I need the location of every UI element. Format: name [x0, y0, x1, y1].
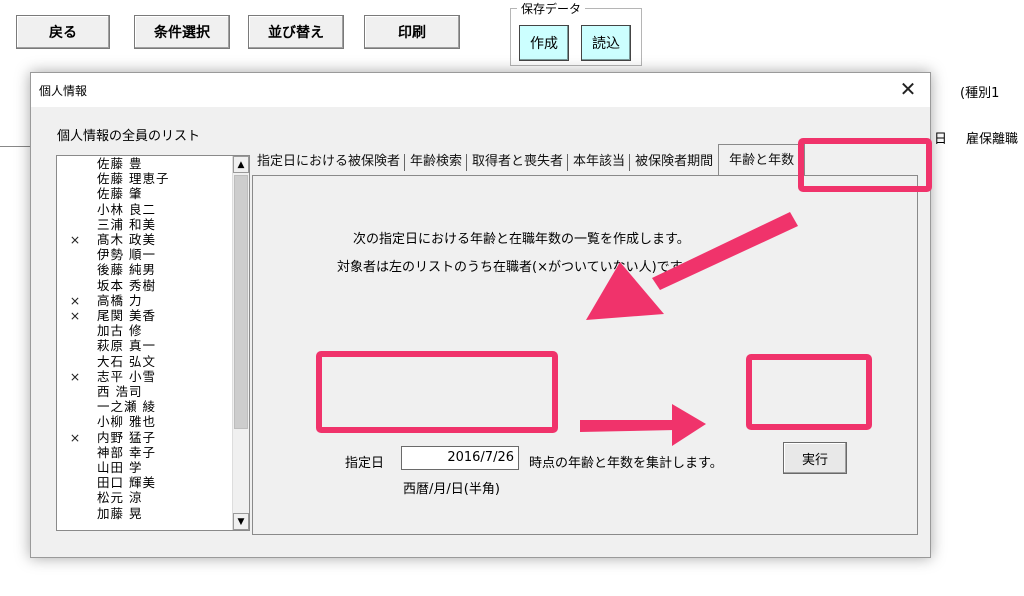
- list-item[interactable]: × 高橋 力: [57, 292, 227, 308]
- list-item[interactable]: 坂本 秀樹: [57, 277, 227, 293]
- tab-5[interactable]: 年齢と年数: [718, 144, 806, 175]
- type-column-header: (種別1: [960, 86, 1000, 101]
- description-line-2: 対象者は左のリストのうち在職者(×がついていない人)です。: [337, 260, 695, 275]
- list-item[interactable]: 佐藤 豊: [57, 156, 227, 171]
- person-name: 田口 輝美: [97, 475, 156, 491]
- person-name: 佐藤 理恵子: [97, 171, 170, 187]
- list-item[interactable]: × 尾関 美香: [57, 308, 227, 323]
- person-name: 内野 猛子: [97, 429, 156, 445]
- save-data-legend: 保存データ: [517, 0, 586, 17]
- person-name: 志平 小雪: [97, 368, 156, 384]
- print-button[interactable]: 印刷: [364, 15, 460, 49]
- person-name: 小柳 雅也: [97, 414, 156, 430]
- list-item[interactable]: 松元 涼: [57, 490, 227, 506]
- list-item[interactable]: 加藤 晃: [57, 505, 227, 521]
- person-name: 加古 修: [97, 323, 143, 339]
- list-item[interactable]: 加古 修: [57, 323, 227, 339]
- retired-mark: ×: [69, 308, 81, 323]
- create-button[interactable]: 作成: [519, 25, 569, 61]
- person-name: 伊勢 順一: [97, 247, 156, 263]
- list-item[interactable]: 山田 学: [57, 460, 227, 475]
- person-name: 高橋 力: [97, 292, 143, 308]
- person-name: 坂本 秀樹: [97, 277, 156, 293]
- date-label: 指定日: [345, 456, 385, 471]
- list-scrollbar[interactable]: ▲ ▼: [232, 156, 249, 530]
- dialog-titlebar: 個人情報 ✕: [31, 73, 930, 107]
- list-item[interactable]: 伊勢 順一: [57, 247, 227, 263]
- list-item[interactable]: 三浦 和美: [57, 216, 227, 232]
- close-icon[interactable]: ✕: [896, 75, 920, 103]
- date-input[interactable]: 2016/7/26: [401, 446, 519, 470]
- dialog-title: 個人情報: [39, 84, 88, 98]
- tab-0[interactable]: 指定日における被保険者: [252, 149, 406, 175]
- list-label: 個人情報の全員のリスト: [57, 129, 201, 144]
- tab-panel-age-and-years: 次の指定日における年齢と在職年数の一覧を作成します。 対象者は左のリストのうち在…: [252, 175, 918, 535]
- list-item[interactable]: 小林 良二: [57, 201, 227, 217]
- person-name: 加藤 晃: [97, 505, 143, 521]
- list-item[interactable]: 一之瀬 綾: [57, 399, 227, 415]
- load-button[interactable]: 読込: [581, 25, 631, 61]
- day-column-header: 日: [934, 132, 948, 147]
- personal-info-dialog: 個人情報 ✕ 個人情報の全員のリスト 佐藤 豊佐藤 理恵子 佐藤 肇小林 良二 三浦…: [30, 72, 931, 558]
- tab-2[interactable]: 取得者と喪失者: [467, 149, 569, 175]
- list-item[interactable]: × 内野 猛子: [57, 429, 227, 445]
- list-item[interactable]: × 志平 小雪: [57, 368, 227, 384]
- list-item[interactable]: 萩原 真一: [57, 338, 227, 354]
- sort-button[interactable]: 並び替え: [248, 15, 344, 49]
- person-name: 神部 幸子: [97, 444, 156, 460]
- list-item[interactable]: 佐藤 肇: [57, 186, 227, 202]
- list-item[interactable]: 小柳 雅也: [57, 414, 227, 430]
- retired-mark: ×: [69, 232, 81, 247]
- list-item[interactable]: 西 浩司: [57, 384, 227, 399]
- person-name: 髙木 政美: [97, 232, 156, 247]
- person-name: 佐藤 肇: [97, 186, 143, 202]
- description-line-1: 次の指定日における年齢と在職年数の一覧を作成します。: [353, 232, 690, 247]
- list-item[interactable]: 佐藤 理恵子: [57, 171, 227, 187]
- person-name: 三浦 和美: [97, 216, 156, 232]
- date-format-note: 西暦/月/日(半角): [403, 482, 500, 497]
- person-name: 一之瀬 綾: [97, 399, 156, 415]
- list-item[interactable]: 神部 幸子: [57, 444, 227, 460]
- list-item[interactable]: × 髙木 政美: [57, 232, 227, 247]
- retired-mark: ×: [69, 292, 81, 308]
- person-name: 佐藤 豊: [97, 156, 143, 171]
- person-name: 後藤 純男: [97, 262, 156, 278]
- person-name: 大石 弘文: [97, 353, 156, 369]
- person-name: 松元 涼: [97, 490, 143, 506]
- date-note: 時点の年齢と年数を集計します。: [529, 456, 723, 471]
- save-data-group: 保存データ 作成 読込: [510, 0, 642, 66]
- list-item[interactable]: 田口 輝美: [57, 475, 227, 491]
- retired-mark: ×: [69, 368, 81, 384]
- tab-4[interactable]: 被保険者期間: [630, 149, 718, 175]
- back-button[interactable]: 戻る: [16, 15, 110, 49]
- tab-3[interactable]: 本年該当: [568, 149, 631, 175]
- person-name: 尾関 美香: [97, 308, 156, 323]
- tab-strip: 指定日における被保険者 年齢検索 取得者と喪失者 本年該当 被保険者期間 年齢と年数: [252, 144, 806, 175]
- insurance-column-header: 雇保離職: [966, 132, 1019, 147]
- scroll-up-icon[interactable]: ▲: [233, 156, 249, 173]
- people-listbox[interactable]: 佐藤 豊佐藤 理恵子 佐藤 肇小林 良二 三浦 和美 × 髙木 政美 伊勢 順一 後藤 純男…: [56, 155, 250, 531]
- person-name: 山田 学: [97, 460, 143, 475]
- sheet-grid-line: [0, 146, 34, 147]
- scroll-down-icon[interactable]: ▼: [233, 513, 249, 530]
- scroll-thumb[interactable]: [234, 175, 248, 429]
- list-item[interactable]: 大石 弘文: [57, 353, 227, 369]
- retired-mark: ×: [69, 429, 81, 445]
- person-name: 小林 良二: [97, 201, 156, 217]
- condition-select-button[interactable]: 条件選択: [134, 15, 230, 49]
- person-name: 西 浩司: [97, 384, 143, 399]
- tab-1[interactable]: 年齢検索: [405, 149, 468, 175]
- list-item[interactable]: 後藤 純男: [57, 262, 227, 278]
- person-name: 萩原 真一: [97, 338, 156, 354]
- run-button[interactable]: 実行: [783, 442, 847, 474]
